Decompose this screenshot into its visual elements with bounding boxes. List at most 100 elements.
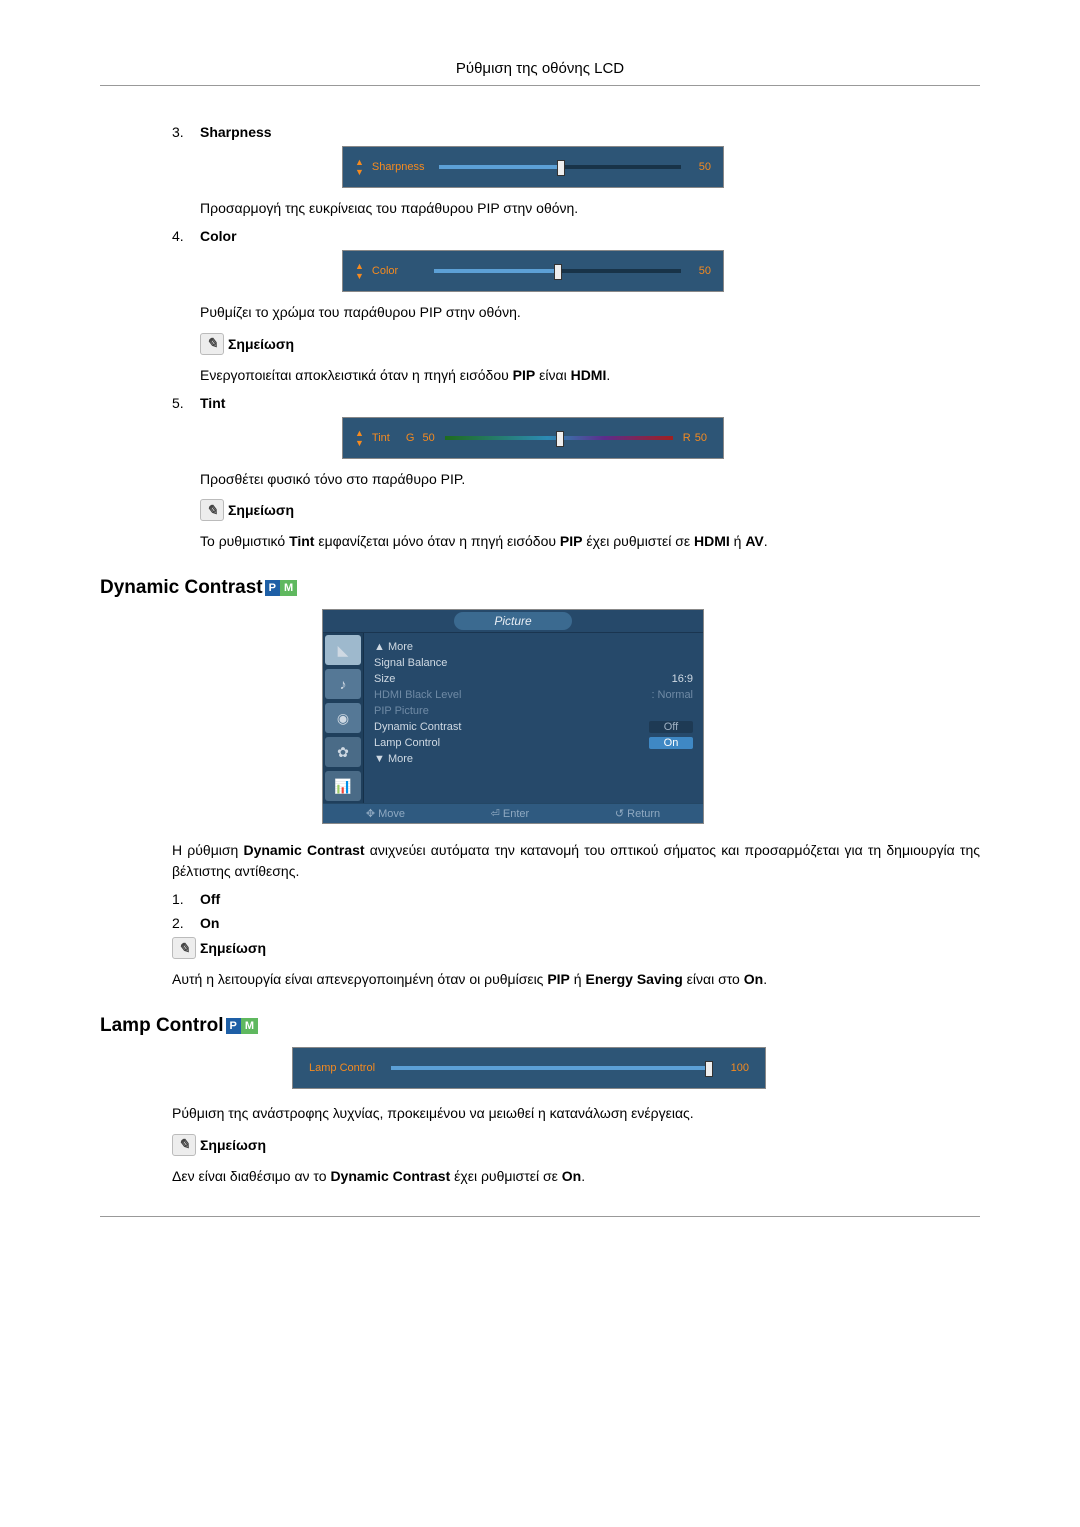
paragraph: Η ρύθμιση Dynamic Contrast ανιχνεύει αυτ… — [172, 840, 980, 881]
slider-thumb[interactable] — [556, 431, 564, 447]
note-row: ✎ Σημείωση — [200, 333, 980, 355]
osd-row-key: Signal Balance — [374, 657, 447, 669]
item-number: 1. — [172, 891, 200, 907]
paragraph: Ρυθμίζει το χρώμα του παράθυρου PIP στην… — [200, 302, 980, 322]
slider-track[interactable] — [391, 1066, 711, 1070]
slider-thumb[interactable] — [705, 1061, 713, 1077]
osd-row-val-on: On — [649, 737, 693, 749]
arrow-up-icon: ▲ — [355, 261, 364, 271]
item-title: Tint — [200, 395, 225, 411]
arrow-up-icon: ▲ — [355, 157, 364, 167]
osd-value: 50 — [687, 265, 711, 277]
tint-g-value: 50 — [422, 432, 434, 444]
page-header: Ρύθμιση της οθόνης LCD — [100, 60, 980, 85]
item-number: 3. — [172, 124, 200, 140]
sharpness-block: 3. Sharpness ▲ ▼ Sharpness 50 Προ — [100, 124, 980, 218]
list-item: 3. Sharpness — [172, 124, 980, 140]
osd-row-key: Dynamic Contrast — [374, 721, 461, 733]
arrows-icon: ▲ ▼ — [355, 261, 364, 281]
osd-slider-inner: ▲ ▼ Color 50 — [343, 251, 723, 291]
osd-label: Sharpness — [372, 161, 425, 173]
lamp-control-section: Lamp Control P M Lamp Control 100 Ρύθμισ… — [100, 1015, 980, 1186]
slider-thumb[interactable] — [557, 160, 565, 176]
osd-row-disabled: PIP Picture — [374, 703, 693, 719]
osd-row-key: Lamp Control — [374, 737, 440, 749]
osd-row[interactable]: Lamp Control On — [374, 735, 693, 751]
osd-row-key: Size — [374, 673, 395, 685]
content: 3. Sharpness ▲ ▼ Sharpness 50 Προ — [100, 86, 980, 1216]
osd-label: Tint — [372, 432, 398, 444]
slider-thumb[interactable] — [554, 264, 562, 280]
arrow-down-icon: ▼ — [355, 167, 364, 177]
badge-m-icon: M — [241, 1018, 258, 1034]
dynamic-contrast-section: Dynamic Contrast P M Picture ◣ ♪ ◉ — [100, 577, 980, 989]
lamp-control-osd[interactable]: Lamp Control 100 — [292, 1047, 766, 1089]
osd-menu-body: ◣ ♪ ◉ ✿ 📊 ▲ More Signal Balance — [323, 633, 703, 803]
badge-p-icon: P — [265, 580, 280, 596]
note-icon: ✎ — [172, 1134, 196, 1156]
osd-label: Color — [372, 265, 420, 277]
tint-g-label: G — [406, 432, 415, 444]
tab-icon[interactable]: ✿ — [325, 737, 361, 767]
slider-fill — [391, 1066, 711, 1070]
note-label: Σημείωση — [200, 940, 266, 956]
tint-slider-track[interactable] — [445, 436, 673, 440]
note-text: Το ρυθμιστικό Tint εμφανίζεται μόνο όταν… — [200, 531, 980, 551]
setup-tab-icon[interactable]: ◉ — [325, 703, 361, 733]
sound-tab-icon[interactable]: ♪ — [325, 669, 361, 699]
list-item: 4. Color — [172, 228, 980, 244]
arrow-down-icon: ▼ — [355, 271, 364, 281]
osd-more-down[interactable]: ▼ More — [374, 751, 693, 767]
sharpness-osd[interactable]: ▲ ▼ Sharpness 50 — [342, 146, 724, 188]
tint-r-label: R — [683, 432, 691, 444]
tint-osd[interactable]: ▲ ▼ Tint G 50 R 50 — [342, 417, 724, 459]
slider-track[interactable] — [434, 269, 681, 273]
badge-pm: P M — [265, 580, 298, 596]
note-row: ✎ Σημείωση — [200, 499, 980, 521]
dynamic-contrast-body: Picture ◣ ♪ ◉ ✿ 📊 ▲ More — [100, 609, 980, 989]
list-item: 1. Off — [172, 891, 980, 907]
note-row: ✎ Σημείωση — [172, 1134, 980, 1156]
osd-row[interactable]: Signal Balance — [374, 655, 693, 671]
badge-m-icon: M — [280, 580, 297, 596]
paragraph: Ρύθμιση της ανάστροφης λυχνίας, προκειμέ… — [172, 1103, 980, 1123]
note-icon: ✎ — [200, 499, 224, 521]
osd-more-up[interactable]: ▲ More — [374, 639, 693, 655]
osd-row-key: HDMI Black Level — [374, 689, 461, 701]
paragraph: Προσθέτει φυσικό τόνο στο παράθυρο PIP. — [200, 469, 980, 489]
osd-row[interactable]: Size 16:9 — [374, 671, 693, 687]
osd-row[interactable]: Dynamic Contrast Off — [374, 719, 693, 735]
arrow-up-icon: ▲ — [355, 428, 364, 438]
note-label: Σημείωση — [200, 1137, 266, 1153]
slider-fill — [434, 269, 558, 273]
section-title-text: Dynamic Contrast — [100, 577, 263, 599]
color-osd[interactable]: ▲ ▼ Color 50 — [342, 250, 724, 292]
slider-track[interactable] — [439, 165, 681, 169]
color-block: 4. Color ▲ ▼ Color 50 Ρυθμίζει το — [100, 228, 980, 385]
tab-icon[interactable]: 📊 — [325, 771, 361, 801]
footer-rule — [100, 1216, 980, 1217]
note-row: ✎ Σημείωση — [172, 937, 980, 959]
section-title: Dynamic Contrast P M — [100, 577, 980, 599]
badge-pm: P M — [226, 1018, 259, 1034]
paragraph: Προσαρμογή της ευκρίνειας του παράθυρου … — [200, 198, 980, 218]
note-text: Ενεργοποιείται αποκλειστικά όταν η πηγή … — [200, 365, 980, 385]
tint-block: 5. Tint ▲ ▼ Tint G 50 R 50 — [100, 395, 980, 552]
footer-move: ✥ Move — [366, 807, 405, 820]
item-title: On — [200, 915, 219, 931]
arrows-icon: ▲ ▼ — [355, 157, 364, 177]
osd-menu-list: ▲ More Signal Balance Size 16:9 HDMI Bla… — [364, 633, 703, 803]
arrow-down-icon: ▼ — [355, 438, 364, 448]
lamp-control-body: Lamp Control 100 Ρύθμιση της ανάστροφης … — [100, 1047, 980, 1186]
osd-value: 50 — [687, 161, 711, 173]
section-title: Lamp Control P M — [100, 1015, 980, 1037]
picture-tab-icon[interactable]: ◣ — [325, 635, 361, 665]
osd-row-val: 16:9 — [672, 673, 693, 685]
list-item: 5. Tint — [172, 395, 980, 411]
note-text: Δεν είναι διαθέσιμο αν το Dynamic Contra… — [172, 1166, 980, 1186]
osd-side-tabs[interactable]: ◣ ♪ ◉ ✿ 📊 — [323, 633, 364, 803]
page: Ρύθμιση της οθόνης LCD 3. Sharpness ▲ ▼ … — [0, 0, 1080, 1277]
osd-menu-title: Picture — [454, 612, 571, 630]
item-title: Color — [200, 228, 237, 244]
picture-osd-menu[interactable]: Picture ◣ ♪ ◉ ✿ 📊 ▲ More — [322, 609, 704, 824]
